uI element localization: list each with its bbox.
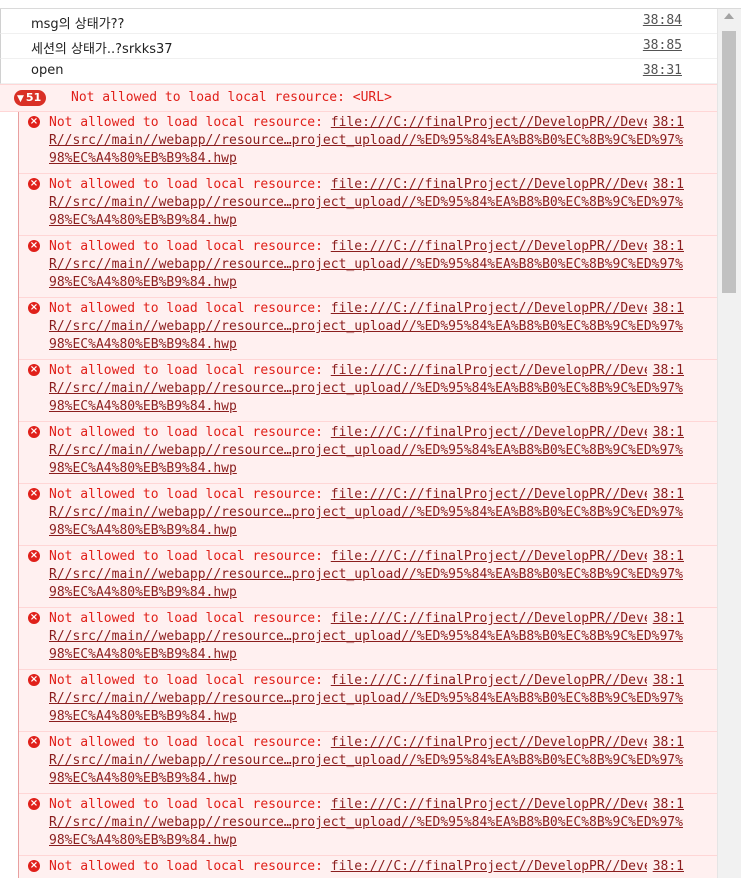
source-link[interactable]: 38:1 [646,548,684,566]
error-count: 51 [25,91,42,104]
error-message-row: × Not allowed to load local resource: fil… [19,856,718,878]
error-group-list: × Not allowed to load local resource: fil… [18,112,718,878]
log-message: msg의 상태가?? [31,17,125,32]
error-message: Not allowed to load local resource: file… [49,300,689,354]
scroll-up-arrow-icon[interactable] [724,13,734,19]
source-link[interactable]: 38:1 [646,176,684,194]
error-message: Not allowed to load local resource: file… [49,672,689,726]
console-log-row: msg의 상태가?? 38:84 [0,9,718,34]
error-message-row: × Not allowed to load local resource: fil… [19,670,718,732]
error-icon: × [28,612,40,624]
error-message: Not allowed to load local resource: file… [49,362,689,416]
error-text: Not allowed to load local resource: [49,549,331,564]
source-link[interactable]: 38:1 [646,858,684,876]
source-link[interactable]: 38:1 [646,610,684,628]
error-icon: × [28,736,40,748]
error-icon: × [28,364,40,376]
error-message-row: × Not allowed to load local resource: fil… [19,174,718,236]
error-icon: × [28,674,40,686]
error-text: Not allowed to load local resource: [49,177,331,192]
error-message: Not allowed to load local resource: file… [49,176,689,230]
source-link[interactable]: 38:1 [646,114,684,132]
error-icon: × [28,798,40,810]
error-message-row: × Not allowed to load local resource: fil… [19,422,718,484]
error-message: Not allowed to load local resource: file… [49,734,689,788]
error-message-row: × Not allowed to load local resource: fil… [19,794,718,856]
error-message-row: × Not allowed to load local resource: fil… [19,484,718,546]
error-message-row: × Not allowed to load local resource: fil… [19,360,718,422]
error-text: Not allowed to load local resource: [49,425,331,440]
source-link[interactable]: 38:1 [646,486,684,504]
expand-triangle-icon[interactable]: ▼ [17,94,24,104]
error-message: Not allowed to load local resource: file… [49,114,689,168]
source-link[interactable]: 38:1 [646,672,684,690]
error-text: Not allowed to load local resource: [49,611,331,626]
error-message: Not allowed to load local resource: file… [49,858,689,878]
error-icon: × [28,178,40,190]
error-text: Not allowed to load local resource: [49,363,331,378]
source-link[interactable]: 38:1 [646,424,684,442]
error-text: Not allowed to load local resource: [49,735,331,750]
source-link[interactable]: 38:84 [643,13,682,28]
scrollbar-thumb[interactable] [722,31,736,293]
source-link[interactable]: 38:1 [646,238,684,256]
console-messages: msg의 상태가?? 38:84 세션의 상태가..?srkks37 38:85 ope… [0,9,718,878]
log-message: open [31,63,64,78]
error-message: Not allowed to load local resource: file… [49,548,689,602]
console-log-row: open 38:31 [0,59,718,84]
log-message: 세션의 상태가..?srkks37 [31,42,173,57]
source-link[interactable]: 38:85 [643,38,682,53]
error-message-row: × Not allowed to load local resource: fil… [19,112,718,174]
error-icon: × [28,302,40,314]
error-count-badge[interactable]: ▼ 51 [14,90,47,106]
vertical-scrollbar[interactable] [717,9,741,878]
source-link[interactable]: 38:31 [643,63,682,78]
error-icon: × [28,426,40,438]
error-icon: × [28,860,40,872]
source-link[interactable]: 38:1 [646,362,684,380]
error-message-row: × Not allowed to load local resource: fil… [19,608,718,670]
console-log-row: 세션의 상태가..?srkks37 38:85 [0,34,718,59]
error-icon: × [28,550,40,562]
error-icon: × [28,488,40,500]
error-text: Not allowed to load local resource: [49,239,331,254]
error-text: Not allowed to load local resource: [49,859,331,874]
error-text: Not allowed to load local resource: [49,673,331,688]
error-message-row: × Not allowed to load local resource: fil… [19,546,718,608]
error-text: Not allowed to load local resource: [49,301,331,316]
error-message-row: × Not allowed to load local resource: fil… [19,298,718,360]
source-link[interactable]: 38:1 [646,796,684,814]
error-message-row: × Not allowed to load local resource: fil… [19,732,718,794]
source-link[interactable]: 38:1 [646,734,684,752]
error-message: Not allowed to load local resource: file… [49,238,689,292]
source-link[interactable]: 38:1 [646,300,684,318]
error-text: Not allowed to load local resource: [49,115,331,130]
error-group-message: Not allowed to load local resource: <URL… [71,90,392,105]
error-message-row: × Not allowed to load local resource: fil… [19,236,718,298]
error-message: Not allowed to load local resource: file… [49,486,689,540]
error-icon: × [28,116,40,128]
error-text: Not allowed to load local resource: [49,797,331,812]
error-message: Not allowed to load local resource: file… [49,424,689,478]
error-message: Not allowed to load local resource: file… [49,796,689,850]
console-top-border [0,0,741,9]
error-message: Not allowed to load local resource: file… [49,610,689,664]
error-icon: × [28,240,40,252]
error-text: Not allowed to load local resource: [49,487,331,502]
error-group-header[interactable]: ▼ 51 Not allowed to load local resource: … [0,84,718,112]
